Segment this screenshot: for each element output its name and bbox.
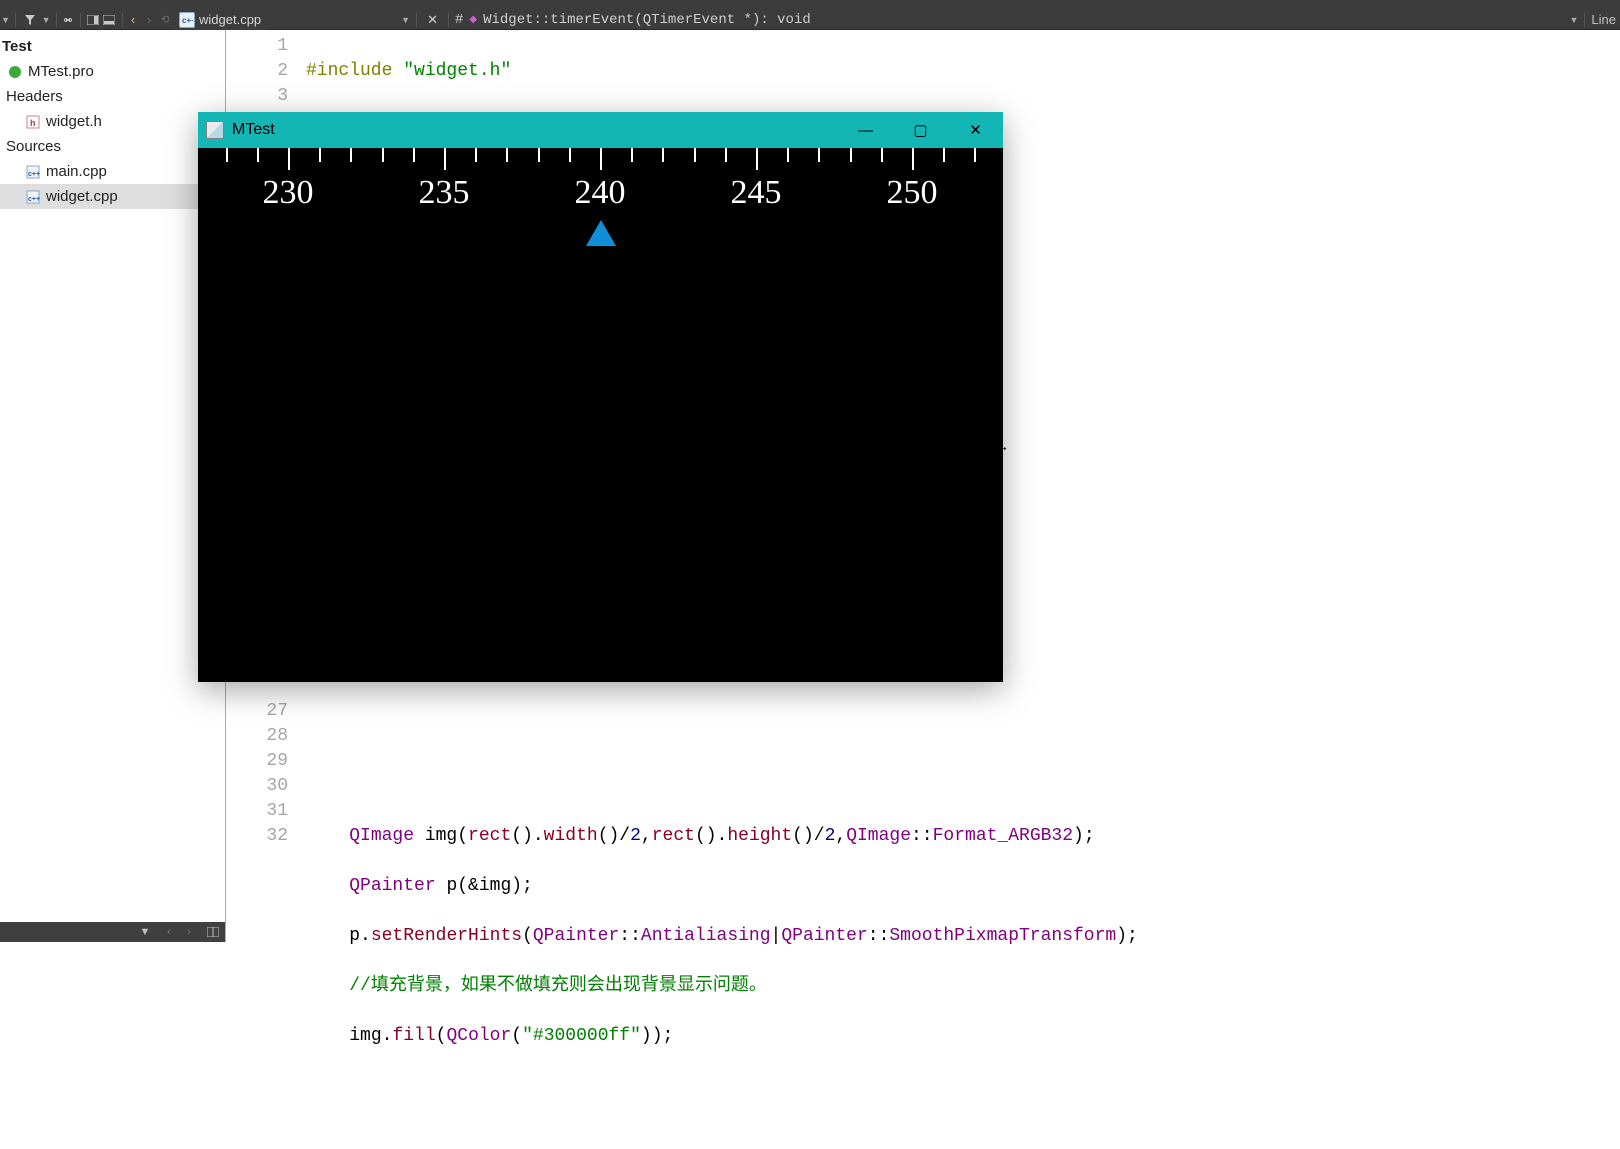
nav-related-icon[interactable]: ⟲ xyxy=(157,13,173,26)
cpp-file-icon: c++ xyxy=(24,190,42,204)
split-bottom-icon[interactable] xyxy=(103,12,116,28)
symbol-dropdown-icon[interactable]: ▼ xyxy=(1570,15,1579,25)
ruler-tick-minor xyxy=(725,148,727,162)
nav-forward-small-icon[interactable]: › xyxy=(181,924,197,940)
ruler-label: 230 xyxy=(263,174,314,212)
headers-folder[interactable]: Headers xyxy=(0,84,225,109)
running-app-window[interactable]: MTest — ▢ ✕ 230 235 240 245 250 xyxy=(198,112,1003,682)
ruler-tick-minor xyxy=(943,148,945,162)
sources-folder[interactable]: Sources xyxy=(0,134,225,159)
qt-project-icon xyxy=(6,65,24,79)
app-icon xyxy=(206,121,224,139)
ruler-tick-minor xyxy=(631,148,633,162)
maximize-button[interactable]: ▢ xyxy=(893,112,948,148)
project-pro-file[interactable]: MTest.pro xyxy=(0,59,225,84)
ruler-tick-major xyxy=(756,148,758,170)
line-indicator[interactable]: Line xyxy=(1587,12,1620,27)
ruler-tick-minor xyxy=(506,148,508,162)
source-file-main[interactable]: c++ main.cpp xyxy=(0,159,225,184)
ruler-tick-minor xyxy=(538,148,540,162)
code-line: QPainter p(&img); xyxy=(306,874,1620,899)
method-icon: ◆ xyxy=(469,14,477,26)
cpp-file-icon: c++ xyxy=(179,12,195,28)
symbol-selector[interactable]: # ◆ Widget::timerEvent(QTimerEvent *): v… xyxy=(451,12,1566,28)
code-line: #include "widget.h" xyxy=(306,59,1620,84)
svg-text:c++: c++ xyxy=(28,171,40,178)
split-icon[interactable] xyxy=(205,924,221,940)
ruler-tick-major xyxy=(288,148,290,170)
ruler-tick-minor xyxy=(662,148,664,162)
ruler-label: 245 xyxy=(731,174,782,212)
ruler-label: 240 xyxy=(575,174,626,212)
dropdown-icon[interactable]: ▼ xyxy=(42,15,51,25)
ruler-tick-minor xyxy=(226,148,228,162)
ruler-label: 250 xyxy=(887,174,938,212)
close-button[interactable]: ✕ xyxy=(948,112,1003,148)
active-file-tab[interactable]: c++ widget.cpp xyxy=(173,10,267,30)
cpp-file-icon: c++ xyxy=(24,165,42,179)
svg-text:c++: c++ xyxy=(28,196,40,203)
ruler-tick-major xyxy=(912,148,914,170)
ruler-tick-minor xyxy=(974,148,976,162)
split-right-icon[interactable] xyxy=(86,12,99,28)
ruler-tick-minor xyxy=(382,148,384,162)
code-line: img.fill(QColor("#300000ff")); xyxy=(306,1024,1620,1049)
code-line xyxy=(306,1074,1620,1099)
link-icon[interactable] xyxy=(61,12,75,28)
close-tab-icon[interactable]: ✕ xyxy=(427,12,438,28)
code-line: p.setRenderHints(QPainter::Antialiasing|… xyxy=(306,924,1620,949)
ruler-tick-minor xyxy=(694,148,696,162)
app-titlebar[interactable]: MTest — ▢ ✕ xyxy=(198,112,1003,148)
tab-dropdown-icon[interactable]: ▼ xyxy=(401,15,410,25)
ruler-tick-minor xyxy=(850,148,852,162)
svg-text:c++: c++ xyxy=(182,16,193,25)
nav-back-icon[interactable]: ‹ xyxy=(125,12,141,27)
editor-toolbar: ▼ ▼ ‹ › ⟲ c++ widget.cpp ▼ ✕ # ◆ Widget:… xyxy=(0,10,1620,30)
dropdown-icon[interactable]: ▼ xyxy=(1,15,10,25)
app-title: MTest xyxy=(232,121,275,139)
ruler-label: 235 xyxy=(419,174,470,212)
file-tab-label: widget.cpp xyxy=(199,12,261,27)
filter-icon[interactable] xyxy=(21,12,39,28)
ruler-tick-minor xyxy=(787,148,789,162)
ruler-tick-minor xyxy=(413,148,415,162)
svg-text:h: h xyxy=(30,118,36,128)
ruler-tick-minor xyxy=(881,148,883,162)
ruler-tick-minor xyxy=(257,148,259,162)
resize-horizontal-cursor-icon: ↔ xyxy=(995,438,1009,454)
sidebar-footer: ▼ ‹ › xyxy=(0,922,225,942)
code-line: //填充背景，如果不做填充则会出现背景显示问题。 xyxy=(306,974,1620,999)
ruler-tick-minor xyxy=(319,148,321,162)
code-line: QImage img(rect().width()/2,rect().heigh… xyxy=(306,824,1620,849)
project-sidebar: Test MTest.pro Headers h widget.h Source… xyxy=(0,30,226,942)
ruler-tick-major xyxy=(600,148,602,170)
ruler-tick-minor xyxy=(569,148,571,162)
hash-icon: # xyxy=(455,12,463,28)
ruler-tick-minor xyxy=(818,148,820,162)
h-file-icon: h xyxy=(24,115,42,129)
project-root[interactable]: Test xyxy=(0,34,225,59)
symbol-label: Widget::timerEvent(QTimerEvent *): void xyxy=(483,12,811,28)
ruler-tick-minor xyxy=(475,148,477,162)
app-body: 230 235 240 245 250 xyxy=(198,148,1003,682)
minimize-button[interactable]: — xyxy=(838,112,893,148)
nav-back-small-icon[interactable]: ‹ xyxy=(161,924,177,940)
nav-forward-icon[interactable]: › xyxy=(141,12,157,27)
source-file-widget[interactable]: c++ widget.cpp xyxy=(0,184,225,209)
header-file[interactable]: h widget.h xyxy=(0,109,225,134)
footer-dropdown-icon[interactable]: ▼ xyxy=(137,924,153,940)
ruler-tick-major xyxy=(444,148,446,170)
ruler-pointer-icon xyxy=(586,220,616,246)
ruler-tick-minor xyxy=(350,148,352,162)
